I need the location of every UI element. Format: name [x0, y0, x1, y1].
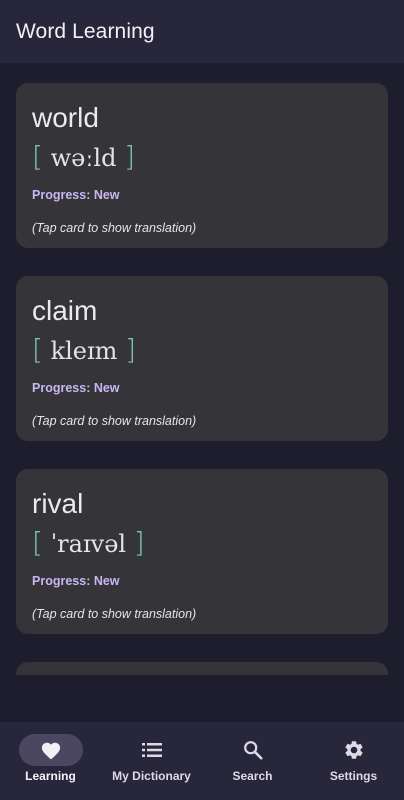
- progress-label: Progress: New: [32, 188, 120, 202]
- word-card-partial[interactable]: [16, 662, 388, 675]
- nav-label: Learning: [25, 769, 76, 783]
- bracket-close: ]: [125, 333, 137, 366]
- list-icon: [141, 743, 162, 757]
- nav-item-settings[interactable]: Settings: [303, 722, 404, 800]
- pronunciation-text: wəːld: [50, 144, 117, 172]
- tap-hint: (Tap card to show translation): [32, 221, 197, 235]
- bracket-close: ]: [124, 140, 136, 173]
- app-bar: Word Learning: [0, 0, 404, 63]
- nav-item-my-dictionary[interactable]: My Dictionary: [101, 722, 202, 800]
- bracket-open: [: [32, 140, 43, 173]
- page-title: Word Learning: [16, 19, 155, 43]
- nav-label: Settings: [329, 769, 378, 783]
- pronunciation: [ wəːld ]: [32, 141, 372, 174]
- tap-hint: (Tap card to show translation): [32, 414, 197, 428]
- word-card[interactable]: world [ wəːld ] Progress: New (Tap card …: [16, 83, 388, 248]
- word-card-list[interactable]: world [ wəːld ] Progress: New (Tap card …: [0, 63, 404, 675]
- search-icon: [243, 741, 263, 760]
- word-text: world: [32, 102, 99, 133]
- pronunciation: [ ˈraɪvəl ]: [32, 527, 372, 560]
- bracket-open: [: [32, 333, 43, 366]
- nav-item-search[interactable]: Search: [202, 722, 303, 800]
- nav-item-learning[interactable]: Learning: [0, 722, 101, 800]
- progress-label: Progress: New: [32, 574, 120, 588]
- gear-icon: [344, 741, 363, 759]
- progress-label: Progress: New: [32, 381, 120, 395]
- bracket-open: [: [32, 526, 43, 559]
- active-indicator: [18, 734, 83, 766]
- pronunciation-text: ˈraɪvəl: [50, 530, 127, 558]
- word-card[interactable]: rival [ ˈraɪvəl ] Progress: New (Tap car…: [16, 469, 388, 634]
- word-card[interactable]: claim [ kleɪm ] Progress: New (Tap card …: [16, 276, 388, 441]
- pronunciation: [ kleɪm ]: [32, 334, 372, 367]
- bottom-navigation: Learning My Dictionary Search Settings: [0, 722, 404, 800]
- heart-icon: [41, 742, 60, 760]
- word-text: claim: [32, 295, 98, 326]
- word-text: rival: [32, 488, 84, 519]
- tap-hint: (Tap card to show translation): [32, 607, 197, 621]
- bracket-close: ]: [133, 526, 145, 559]
- nav-label: My Dictionary: [112, 769, 191, 783]
- nav-label: Search: [232, 769, 273, 783]
- pronunciation-text: kleɪm: [50, 337, 118, 365]
